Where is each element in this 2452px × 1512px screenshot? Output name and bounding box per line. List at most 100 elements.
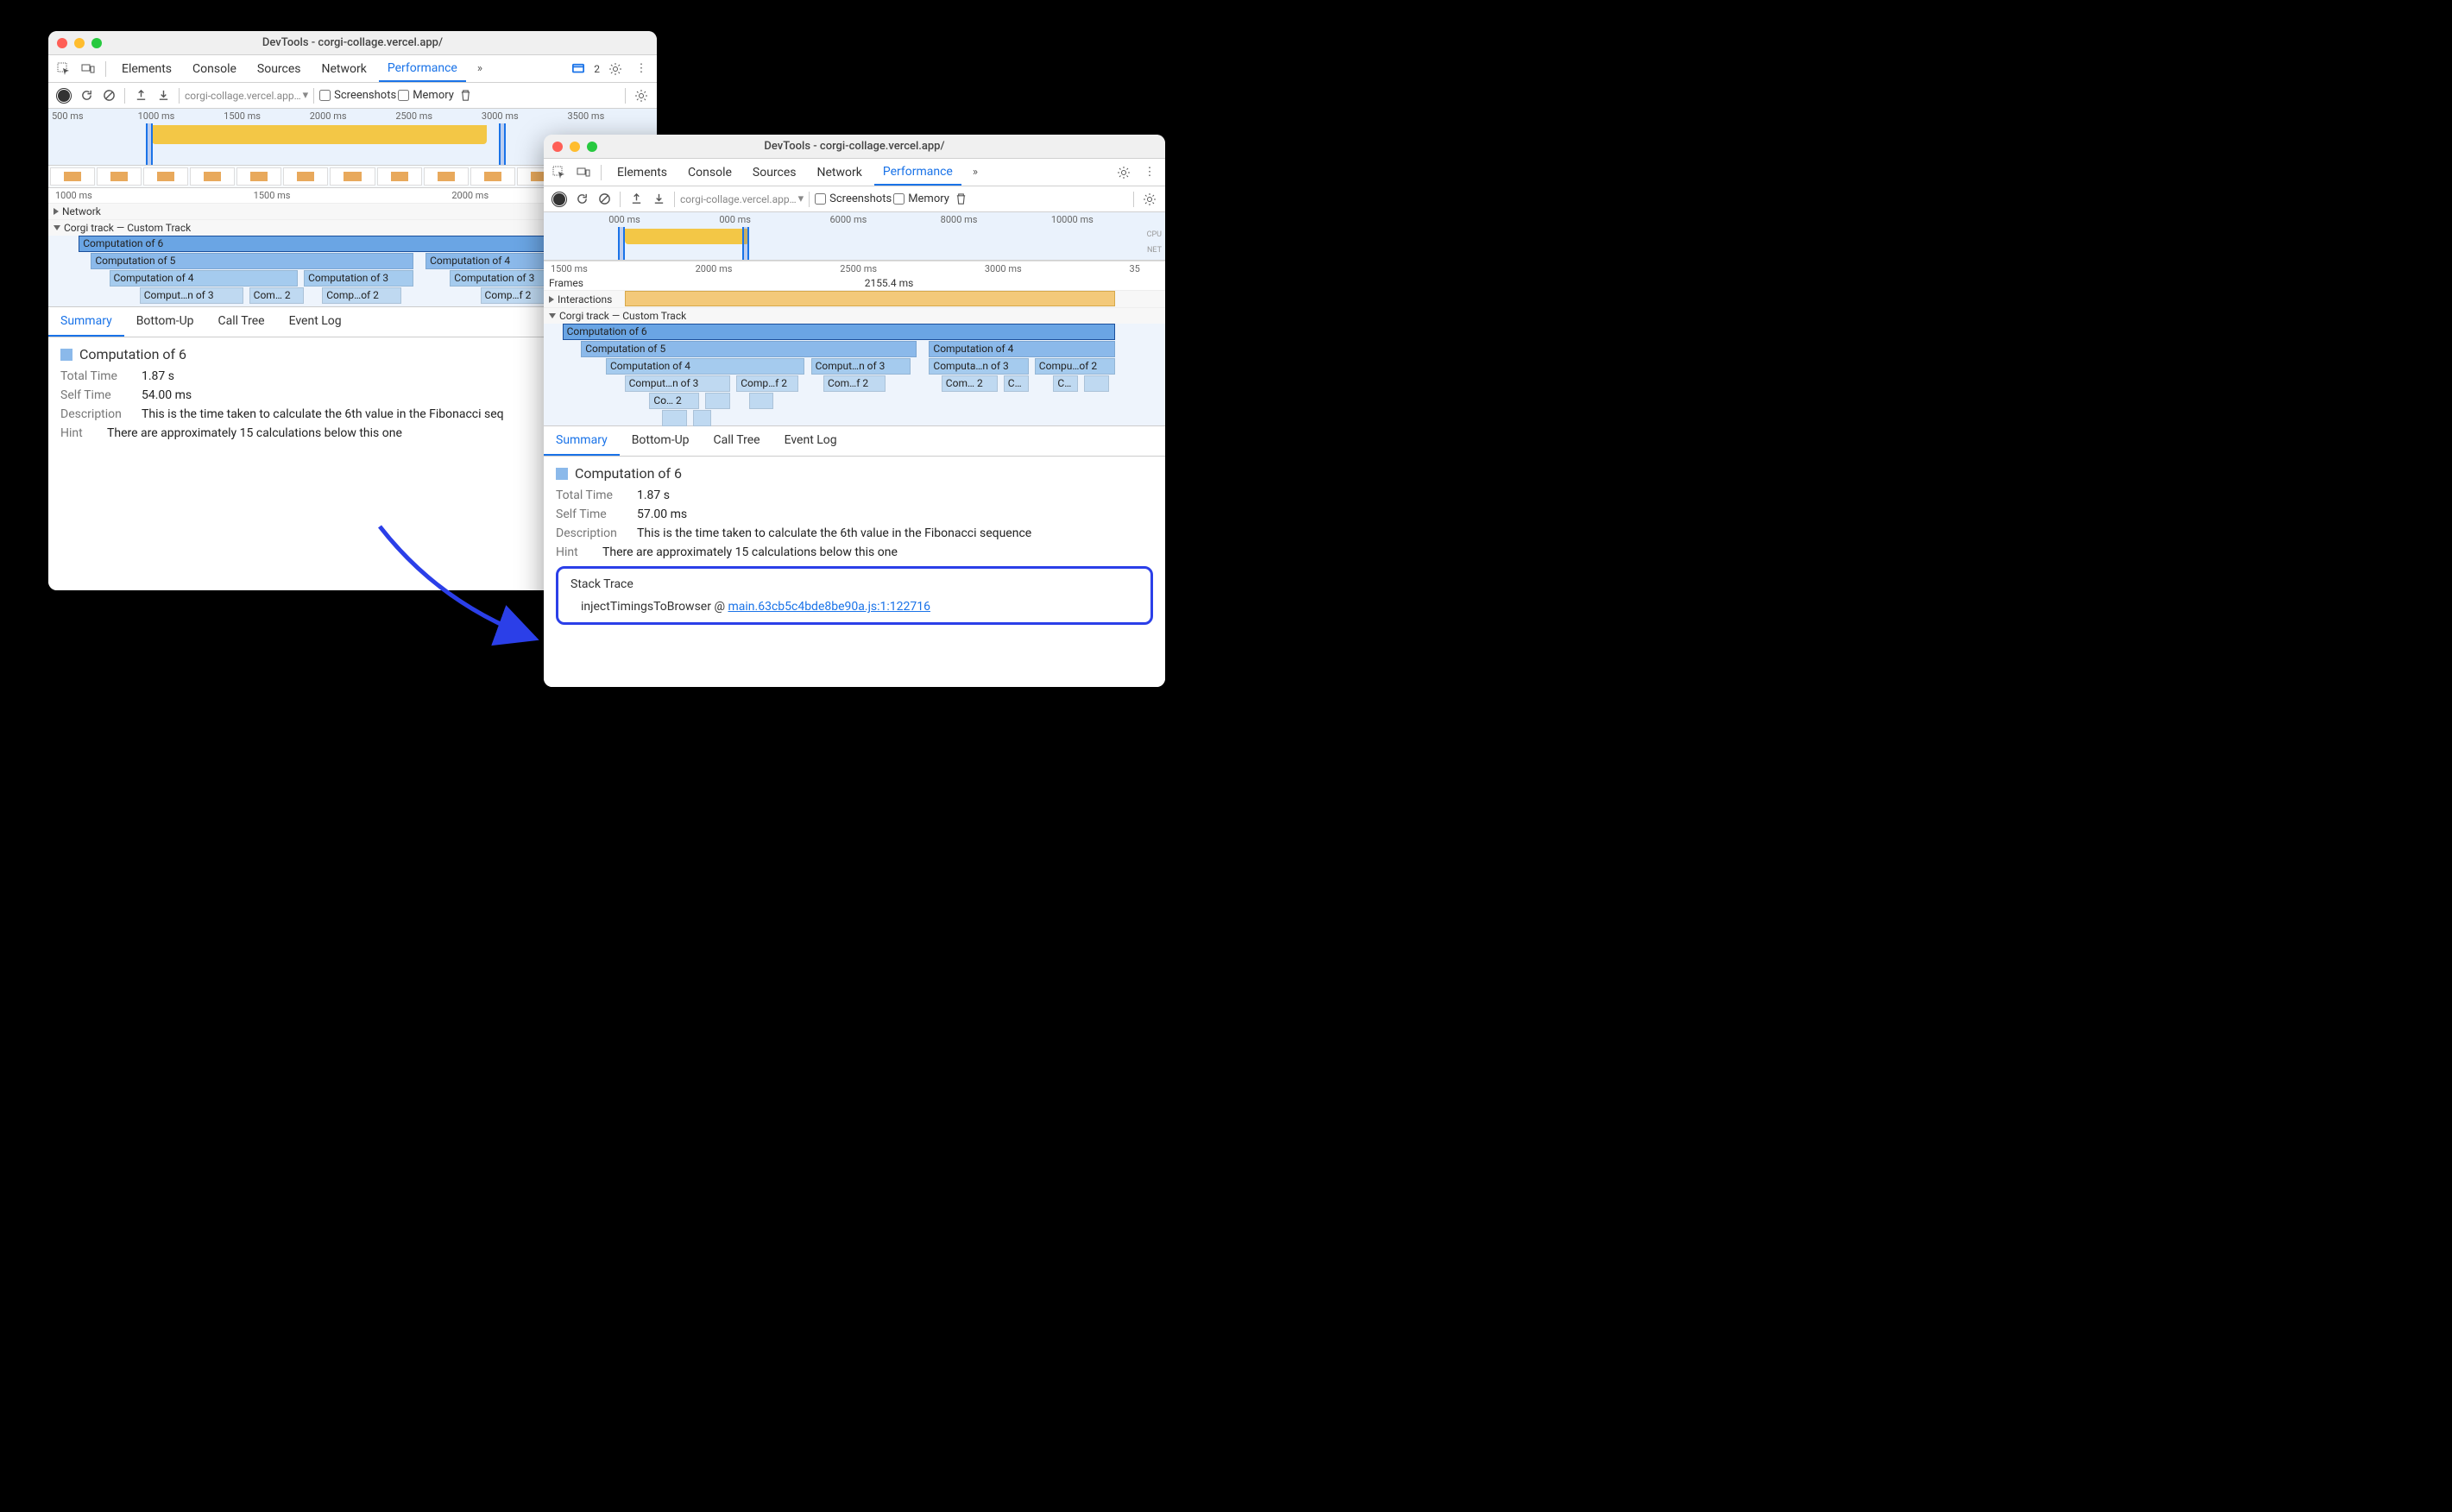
traffic-lights[interactable]: [57, 38, 102, 48]
filmstrip-frame[interactable]: [283, 167, 328, 186]
kebab-icon[interactable]: ⋮: [1139, 162, 1160, 183]
flame-block[interactable]: C…: [1004, 375, 1029, 392]
screenshots-checkbox[interactable]: Screenshots: [815, 192, 892, 205]
flame-block[interactable]: [1084, 375, 1109, 392]
tab-sources[interactable]: Sources: [249, 55, 310, 82]
screenshots-check[interactable]: [319, 90, 331, 101]
flame-block[interactable]: Computation of 3: [304, 270, 413, 287]
tab-event-log[interactable]: Event Log: [277, 307, 354, 337]
track-interactions[interactable]: Interactions: [544, 290, 1165, 307]
flame-block[interactable]: Com… 2: [249, 287, 304, 304]
overview-body[interactable]: CPU NET: [544, 227, 1165, 260]
device-icon[interactable]: [78, 59, 98, 79]
close-icon[interactable]: [57, 38, 67, 48]
screenshots-check[interactable]: [815, 193, 826, 205]
inspect-icon[interactable]: [54, 59, 74, 79]
more-tabs-icon[interactable]: »: [470, 59, 490, 79]
maximize-icon[interactable]: [91, 38, 102, 48]
filmstrip-frame[interactable]: [424, 167, 469, 186]
flame-block[interactable]: Comp…of 2: [322, 287, 401, 304]
flame-block[interactable]: Computa…n of 3: [929, 358, 1028, 375]
flame-block[interactable]: Computation of 4: [606, 358, 804, 375]
more-tabs-icon[interactable]: »: [965, 162, 986, 183]
titlebar[interactable]: DevTools - corgi-collage.vercel.app/: [48, 31, 657, 55]
filmstrip-frame[interactable]: [470, 167, 515, 186]
flame-block[interactable]: Computation of 6: [563, 324, 1116, 340]
tab-elements[interactable]: Elements: [113, 55, 180, 82]
overview-timeline[interactable]: 000 ms 000 ms 6000 ms 8000 ms 10000 ms C…: [544, 212, 1165, 261]
reload-icon[interactable]: [76, 85, 97, 106]
upload-icon[interactable]: [626, 189, 646, 210]
flame-block[interactable]: Comput…n of 3: [811, 358, 911, 375]
tab-summary[interactable]: Summary: [48, 307, 124, 337]
download-icon[interactable]: [153, 85, 173, 106]
flame-block[interactable]: Com… 2: [942, 375, 998, 392]
titlebar[interactable]: DevTools - corgi-collage.vercel.app/: [544, 135, 1165, 159]
tab-sources[interactable]: Sources: [744, 159, 805, 186]
tab-performance[interactable]: Performance: [379, 55, 466, 82]
flame-block[interactable]: Compu…of 2: [1035, 358, 1116, 375]
filmstrip-frame[interactable]: [330, 167, 375, 186]
gear-icon[interactable]: [605, 59, 626, 79]
flame-block[interactable]: Co… 2: [649, 393, 699, 409]
url-select[interactable]: corgi-collage.vercel.app…: [185, 90, 301, 102]
tab-bottom-up[interactable]: Bottom-Up: [124, 307, 206, 337]
flame-block[interactable]: Comp…f 2: [481, 287, 554, 304]
filmstrip-frame[interactable]: [97, 167, 142, 186]
upload-icon[interactable]: [130, 85, 151, 106]
kebab-icon[interactable]: ⋮: [631, 59, 652, 79]
filmstrip-frame[interactable]: [190, 167, 235, 186]
memory-checkbox[interactable]: Memory: [893, 192, 949, 205]
flame-block[interactable]: Computation of 5: [91, 253, 413, 269]
flame-block[interactable]: Computation of 4: [110, 270, 299, 287]
maximize-icon[interactable]: [587, 142, 597, 152]
filmstrip-frame[interactable]: [236, 167, 281, 186]
tab-network[interactable]: Network: [313, 55, 375, 82]
device-icon[interactable]: [573, 162, 594, 183]
clear-icon[interactable]: [98, 85, 119, 106]
tab-elements[interactable]: Elements: [608, 159, 676, 186]
flame-block[interactable]: [693, 410, 712, 426]
clear-icon[interactable]: [594, 189, 615, 210]
record-button[interactable]: [549, 189, 570, 210]
range-handle-right[interactable]: [499, 123, 506, 165]
tab-console[interactable]: Console: [679, 159, 741, 186]
tab-call-tree[interactable]: Call Tree: [206, 307, 277, 337]
flame-block[interactable]: [705, 393, 730, 409]
settings-gear-icon[interactable]: [631, 85, 652, 106]
track-custom[interactable]: Corgi track — Custom Track: [544, 307, 1165, 324]
tab-event-log[interactable]: Event Log: [772, 426, 849, 456]
flame-block[interactable]: Comput…n of 3: [140, 287, 243, 304]
close-icon[interactable]: [552, 142, 563, 152]
flame-chart[interactable]: Computation of 6 Computation of 5 Comput…: [544, 324, 1165, 425]
trash-icon[interactable]: [951, 189, 972, 210]
interaction-bar[interactable]: [625, 291, 1116, 306]
chat-icon[interactable]: [568, 59, 589, 79]
inspect-icon[interactable]: [549, 162, 570, 183]
flame-block[interactable]: C…: [1053, 375, 1078, 392]
range-handle-left[interactable]: [618, 227, 625, 260]
flame-block[interactable]: [749, 393, 774, 409]
trash-icon[interactable]: [456, 85, 476, 106]
tab-console[interactable]: Console: [184, 55, 245, 82]
stack-link[interactable]: main.63cb5c4bde8be90a.js:1:122716: [728, 600, 930, 614]
reload-icon[interactable]: [571, 189, 592, 210]
range-handle-right[interactable]: [742, 227, 749, 260]
filmstrip-frame[interactable]: [377, 167, 422, 186]
settings-gear-icon[interactable]: [1139, 189, 1160, 210]
range-handle-left[interactable]: [146, 123, 153, 165]
tab-call-tree[interactable]: Call Tree: [702, 426, 772, 456]
record-button[interactable]: [54, 85, 74, 106]
flame-block[interactable]: Comp…f 2: [736, 375, 798, 392]
flame-block[interactable]: Com…f 2: [823, 375, 886, 392]
memory-checkbox[interactable]: Memory: [398, 89, 454, 102]
frames-row[interactable]: Frames 2155.4 ms: [544, 276, 1165, 290]
url-select[interactable]: corgi-collage.vercel.app…: [680, 193, 797, 205]
memory-check[interactable]: [893, 193, 905, 205]
tab-network[interactable]: Network: [809, 159, 871, 186]
flame-block[interactable]: [662, 410, 687, 426]
download-icon[interactable]: [648, 189, 669, 210]
gear-icon[interactable]: [1113, 162, 1134, 183]
tab-bottom-up[interactable]: Bottom-Up: [620, 426, 702, 456]
tab-summary[interactable]: Summary: [544, 426, 620, 456]
